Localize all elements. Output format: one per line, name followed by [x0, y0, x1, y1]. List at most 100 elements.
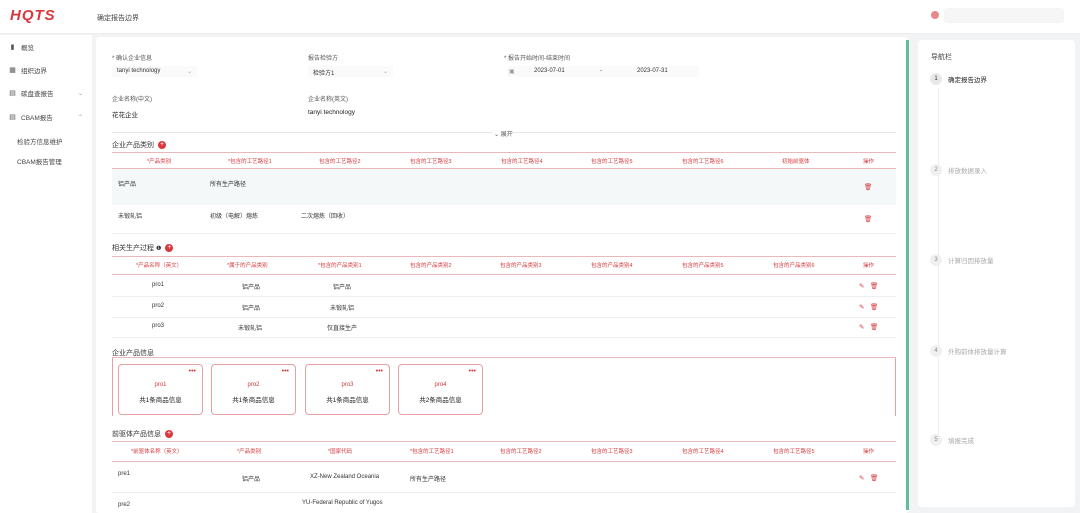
en-name-value: tanyi technology	[308, 109, 355, 116]
more-icon[interactable]: •••	[469, 368, 476, 375]
th: 包含的工艺路径2	[500, 449, 542, 455]
period-label: * 报告开始时间-结束时间	[504, 56, 571, 62]
table-cell: 未锻轧铝	[238, 326, 263, 332]
nav-step-2[interactable]: 2 排放数据录入	[930, 164, 987, 176]
th: *包含的产品类别1	[318, 263, 362, 269]
card-name: pro3	[341, 382, 354, 388]
add-icon[interactable]: +	[158, 141, 166, 149]
step-label: 计算归因排放量	[948, 258, 994, 265]
product-card-pro3[interactable]: ••• pro3 共1条商品信息	[305, 364, 390, 415]
user-avatar-icon[interactable]	[931, 11, 939, 19]
section-title: 相关生产过程	[112, 245, 154, 252]
more-icon[interactable]: •••	[282, 368, 289, 375]
table-cell: 铝产品	[242, 306, 261, 312]
th: 包含的工艺路径5	[773, 449, 815, 455]
table-cell: pre1	[118, 471, 131, 477]
sidebar-item-cbam-report[interactable]: ▤ CBAM报告 ⌃	[9, 111, 87, 123]
table-cell: 铝产品	[242, 285, 261, 291]
nav-step-4[interactable]: 4 外购前体排放量计算	[930, 345, 1007, 357]
verifier-select[interactable]: 检验方1 ⌄	[308, 66, 393, 77]
table-cell: 未锻轧铝	[118, 214, 143, 220]
period-end: 2023-07-31	[637, 68, 668, 74]
edit-icon[interactable]: ✎	[859, 323, 864, 331]
info-icon[interactable]: ❶	[156, 245, 161, 252]
chevron-down-icon: ⌄	[382, 69, 388, 75]
sidebar-item-label: CBAM报告	[21, 115, 53, 122]
en-name-label: 企业名称(英文)	[308, 97, 348, 103]
delete-icon[interactable]: 🗑	[870, 303, 878, 311]
card-info: 共1条商品信息	[139, 397, 182, 404]
scrollbar[interactable]	[906, 40, 909, 510]
sidebar-item-overview[interactable]: ▮ 概览	[9, 41, 87, 53]
th: 初始前驱体	[782, 159, 810, 165]
edit-icon[interactable]: ✎	[859, 282, 864, 290]
th: 包含的产品类别6	[773, 263, 815, 269]
nav-step-5[interactable]: 5 填报完成	[930, 434, 974, 446]
table-cell: 铝产品	[242, 477, 261, 483]
delete-icon[interactable]: 🗑	[864, 183, 872, 191]
card-info: 共2条商品信息	[419, 397, 462, 404]
add-icon[interactable]: +	[165, 244, 174, 252]
app-logo[interactable]: HQTS	[10, 7, 56, 24]
sidebar-item-org-boundary[interactable]: ▦ 组织边界	[9, 64, 87, 76]
th: *前驱体名称（英文）	[131, 449, 183, 455]
product-card-pro2[interactable]: ••• pro2 共1条商品信息	[211, 364, 296, 415]
page-title: 确定报告边界	[97, 15, 139, 22]
th: *产品类别	[237, 449, 262, 455]
sidebar: ▮ 概览 ▦ 组织边界 ▤ 碳盘查报告 ⌄ ▤ CBAM报告 ⌃ 检验方信息维护…	[0, 35, 92, 513]
step-number: 1	[930, 73, 942, 85]
step-number: 3	[930, 254, 942, 266]
navigator-title: 导航栏	[931, 54, 952, 61]
edit-icon[interactable]: ✎	[859, 303, 864, 311]
card-info: 共1条商品信息	[232, 397, 275, 404]
th: *国家代码	[328, 449, 353, 455]
table-cell: 铝产品	[333, 285, 352, 291]
table-cell: 铝产品	[118, 182, 137, 188]
product-card-pro4[interactable]: ••• pro4 共2条商品信息	[398, 364, 483, 415]
period-separator: -	[600, 68, 602, 74]
table-cell: 二次熔炼（回收）	[301, 214, 350, 220]
more-icon[interactable]: •••	[376, 368, 383, 375]
th: 包含的产品类别3	[500, 263, 542, 269]
period-start: 2023-07-01	[534, 68, 565, 74]
nav-step-3[interactable]: 3 计算归因排放量	[930, 254, 994, 266]
th: 包含的产品类别2	[410, 263, 452, 269]
card-name: pro4	[434, 382, 447, 388]
step-number: 2	[930, 164, 942, 176]
cn-name-value: 花花企业	[112, 112, 138, 119]
chevron-down-icon: ⌄	[186, 69, 192, 75]
sidebar-subitem-cbam-manage[interactable]: CBAM报告管理	[17, 156, 62, 166]
sidebar-subitem-verifier[interactable]: 检验方信息维护	[17, 136, 63, 146]
nav-step-1[interactable]: 1 确定报告边界	[930, 73, 987, 85]
table-cell: 所有生产路径	[210, 182, 247, 188]
user-menu[interactable]	[944, 8, 1064, 23]
step-label: 填报完成	[948, 438, 974, 445]
period-date-range[interactable]: ▣ 2023-07-01 - 2023-07-31	[507, 66, 699, 77]
th: 包含的工艺路径4	[501, 159, 543, 165]
delete-icon[interactable]: 🗑	[870, 323, 878, 331]
main-content: * 确认企业信息 tanyi technology ⌄ 报告检验方 检验方1 ⌄…	[96, 37, 908, 513]
doc-icon: ▤	[9, 113, 16, 121]
th: 操作	[863, 159, 875, 165]
step-number: 5	[930, 434, 942, 446]
company-label: * 确认企业信息	[112, 56, 153, 62]
th: 包含的工艺路径3	[591, 449, 633, 455]
delete-icon[interactable]: 🗑	[870, 474, 878, 482]
chevron-down-icon: ⌄	[77, 90, 83, 97]
more-icon[interactable]: •••	[189, 368, 196, 375]
company-select[interactable]: tanyi technology ⌄	[112, 66, 197, 77]
delete-icon[interactable]: 🗑	[870, 282, 878, 290]
product-card-pro1[interactable]: ••• pro1 共1条商品信息	[118, 364, 203, 415]
th: *产品名称（英文）	[136, 263, 183, 269]
edit-icon[interactable]: ✎	[859, 474, 864, 482]
th: 包含的工艺路径4	[682, 449, 724, 455]
delete-icon[interactable]: 🗑	[864, 215, 872, 223]
card-name: pro2	[247, 382, 260, 388]
sidebar-item-carbon-report[interactable]: ▤ 碳盘查报告 ⌄	[9, 87, 87, 99]
th: 包含的工艺路径5	[591, 159, 633, 165]
cn-name-label: 企业名称(中文)	[112, 97, 152, 103]
add-icon[interactable]: +	[165, 430, 173, 438]
th: 包含的工艺路径2	[319, 159, 361, 165]
expand-toggle[interactable]: ⌄ 展开	[494, 129, 513, 138]
table-cell: pro3	[152, 323, 165, 329]
